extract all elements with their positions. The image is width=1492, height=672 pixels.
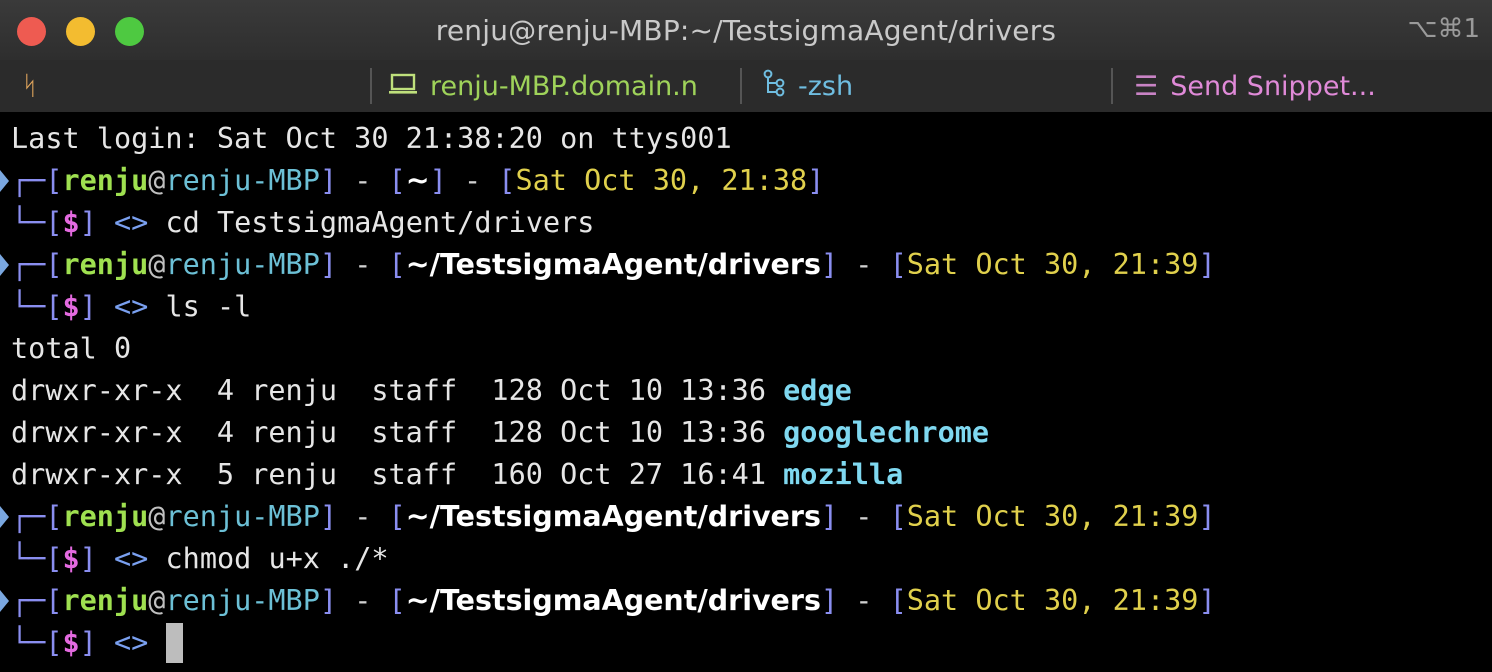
status-divider <box>370 68 372 104</box>
prompt-header: ┌─[renju@renju-MBP] - [~] - [Sat Oct 30,… <box>11 164 825 197</box>
send-snippet-button[interactable]: ☰ Send Snippet... <box>1134 68 1376 104</box>
ls-row: drwxr-xr-x 4 renju staff 128 Oct 10 13:3… <box>11 374 852 407</box>
prompt-date: Sat Oct 30, 21:39 <box>906 584 1199 617</box>
prompt-user: renju <box>62 584 149 617</box>
prompt-marker-icon <box>0 254 9 276</box>
command-text: cd TestsigmaAgent/drivers <box>165 206 595 239</box>
ls-row: drwxr-xr-x 4 renju staff 128 Oct 10 13:3… <box>11 416 990 449</box>
prompt-command-line: └─[$] <> cd TestsigmaAgent/drivers <box>11 206 595 239</box>
directory-name: edge <box>783 374 852 407</box>
prompt-date: Sat Oct 30, 21:39 <box>906 500 1199 533</box>
directory-name: mozilla <box>783 458 904 491</box>
command-text: chmod u+x ./* <box>165 542 389 575</box>
prompt-host: renju-MBP <box>165 248 320 281</box>
last-login-line: Last login: Sat Oct 30 21:38:20 on ttys0… <box>11 122 732 155</box>
process-tree-icon <box>762 69 786 104</box>
window-title: renju@renju-MBP:~/TestsigmaAgent/drivers <box>435 14 1057 47</box>
git-branch-icon: ᛋ <box>22 71 38 101</box>
status-bar: ᛋ renju-MBP.domain.n -zsh ☰ Send Snippet… <box>0 60 1492 112</box>
prompt-header: ┌─[renju@renju-MBP] - [~/TestsigmaAgent/… <box>11 500 1216 533</box>
ls-total-line: total 0 <box>11 332 132 365</box>
prompt-user: renju <box>62 248 149 281</box>
tab-shortcut: ⌥⌘1 <box>1407 14 1480 44</box>
ls-row: drwxr-xr-x 5 renju staff 160 Oct 27 16:4… <box>11 458 904 491</box>
prompt-path: ~/TestsigmaAgent/drivers <box>405 248 821 281</box>
prompt-command-line: └─[$] <> chmod u+x ./* <box>11 542 389 575</box>
shell-label: -zsh <box>798 70 854 102</box>
git-branch-segment[interactable]: ᛋ <box>22 68 50 104</box>
status-divider <box>1111 68 1113 104</box>
prompt-header: ┌─[renju@renju-MBP] - [~/TestsigmaAgent/… <box>11 248 1216 281</box>
prompt-date: Sat Oct 30, 21:39 <box>906 248 1199 281</box>
prompt-marker-icon <box>0 506 9 528</box>
command-text: ls -l <box>165 290 252 323</box>
terminal-output[interactable]: Last login: Sat Oct 30 21:38:20 on ttys0… <box>0 112 1492 672</box>
prompt-header: ┌─[renju@renju-MBP] - [~/TestsigmaAgent/… <box>11 584 1216 617</box>
status-divider <box>740 68 742 104</box>
menu-icon: ☰ <box>1134 70 1159 102</box>
text-cursor[interactable] <box>165 623 183 663</box>
terminal-window: renju@renju-MBP:~/TestsigmaAgent/drivers… <box>0 0 1492 672</box>
directory-name: googlechrome <box>783 416 990 449</box>
prompt-host: renju-MBP <box>165 164 320 197</box>
hostname-label: renju-MBP.domain.n <box>430 70 698 102</box>
prompt-marker-icon <box>0 170 9 192</box>
prompt-date: Sat Oct 30, 21:38 <box>515 164 808 197</box>
title-bar[interactable]: renju@renju-MBP:~/TestsigmaAgent/drivers… <box>0 0 1492 60</box>
prompt-marker-icon <box>0 590 9 612</box>
active-prompt-line[interactable]: └─[$] <> <box>11 622 183 664</box>
prompt-path: ~/TestsigmaAgent/drivers <box>405 500 821 533</box>
prompt-user: renju <box>62 500 149 533</box>
prompt-command-line: └─[$] <> ls -l <box>11 290 252 323</box>
shell-segment[interactable]: -zsh <box>762 68 853 104</box>
prompt-host: renju-MBP <box>165 500 320 533</box>
hostname-segment[interactable]: renju-MBP.domain.n <box>388 68 698 104</box>
laptop-icon <box>388 71 418 102</box>
prompt-host: renju-MBP <box>165 584 320 617</box>
prompt-path: ~ <box>405 164 430 197</box>
prompt-path: ~/TestsigmaAgent/drivers <box>405 584 821 617</box>
send-snippet-label: Send Snippet... <box>1170 70 1376 102</box>
prompt-user: renju <box>62 164 149 197</box>
